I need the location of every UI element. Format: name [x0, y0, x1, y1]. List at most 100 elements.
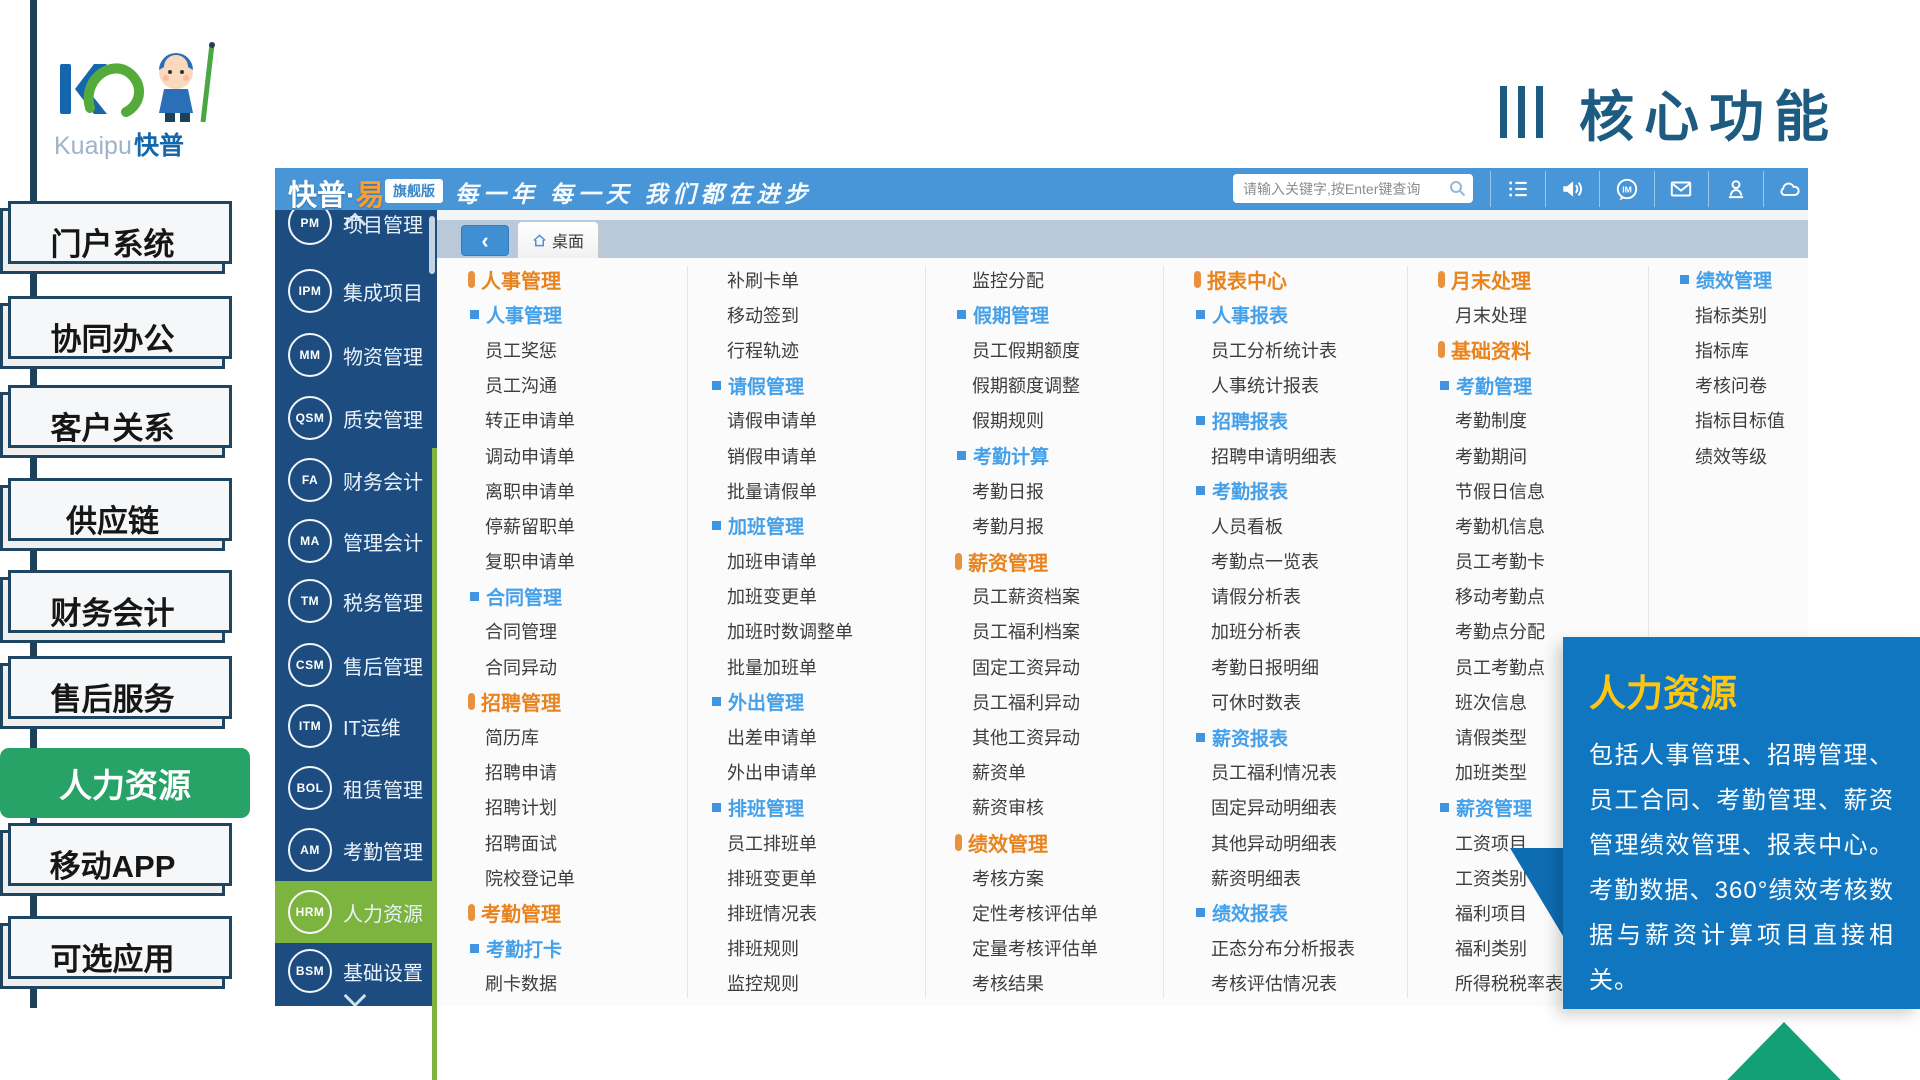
group-heading[interactable]: 薪资管理: [955, 544, 1180, 579]
sidebar-item[interactable]: 财务会计: [0, 577, 225, 643]
menu-link[interactable]: 假期规则: [955, 403, 1180, 438]
menu-link[interactable]: 排班变更单: [710, 860, 935, 895]
menu-link[interactable]: 人事统计报表: [1194, 368, 1419, 403]
menu-link[interactable]: 员工沟通: [468, 368, 693, 403]
app-menu-item[interactable]: AM考勤管理: [275, 821, 437, 879]
cloud-icon[interactable]: [1763, 171, 1818, 207]
menu-link[interactable]: 员工薪资档案: [955, 579, 1180, 614]
menu-link[interactable]: 考勤月报: [955, 508, 1180, 543]
menu-link[interactable]: 行程轨迹: [710, 332, 935, 367]
menu-link[interactable]: 招聘申请明细表: [1194, 438, 1419, 473]
menu-link[interactable]: 月末处理: [1438, 297, 1663, 332]
menu-link[interactable]: 转正申请单: [468, 403, 693, 438]
menu-link[interactable]: 离职申请单: [468, 473, 693, 508]
group-heading[interactable]: 加班管理: [710, 508, 935, 543]
menu-link[interactable]: 员工福利档案: [955, 614, 1180, 649]
app-menu-item[interactable]: MM物资管理: [275, 326, 437, 384]
menu-link[interactable]: 简历库: [468, 719, 693, 754]
group-heading[interactable]: 人事管理: [468, 297, 693, 332]
menu-link[interactable]: 绩效等级: [1678, 438, 1903, 473]
menu-link[interactable]: 其他异动明细表: [1194, 825, 1419, 860]
group-heading[interactable]: 绩效报表: [1194, 895, 1419, 930]
sidebar-item[interactable]: 供应链: [0, 485, 225, 551]
group-heading[interactable]: 人事管理: [468, 262, 693, 297]
group-heading[interactable]: 假期管理: [955, 297, 1180, 332]
menu-link[interactable]: 调动申请单: [468, 438, 693, 473]
menu-link[interactable]: 员工考勤卡: [1438, 544, 1663, 579]
sidebar-item[interactable]: 协同办公: [0, 303, 225, 369]
menu-link[interactable]: 排班规则: [710, 931, 935, 966]
app-menu-item[interactable]: MA管理会计: [275, 512, 437, 570]
menu-link[interactable]: 排班情况表: [710, 895, 935, 930]
im-icon[interactable]: IM: [1599, 171, 1654, 207]
menu-link[interactable]: 加班申请单: [710, 544, 935, 579]
menu-link[interactable]: 销假申请单: [710, 438, 935, 473]
menu-link[interactable]: 复职申请单: [468, 544, 693, 579]
search-box[interactable]: [1233, 174, 1473, 203]
group-heading[interactable]: 考勤管理: [1438, 368, 1663, 403]
sidebar-item[interactable]: 客户关系: [0, 392, 225, 458]
menu-link[interactable]: 合同管理: [468, 614, 693, 649]
menu-link[interactable]: 人员看板: [1194, 508, 1419, 543]
menu-link[interactable]: 员工福利异动: [955, 684, 1180, 719]
menu-link[interactable]: 考勤机信息: [1438, 508, 1663, 543]
menu-link[interactable]: 指标类别: [1678, 297, 1903, 332]
menu-link[interactable]: 员工假期额度: [955, 332, 1180, 367]
search-icon[interactable]: [1449, 180, 1466, 197]
menu-link[interactable]: 招聘计划: [468, 790, 693, 825]
menu-link[interactable]: 薪资审核: [955, 790, 1180, 825]
mail-icon[interactable]: [1654, 171, 1709, 207]
group-heading[interactable]: 人事报表: [1194, 297, 1419, 332]
menu-link[interactable]: 加班分析表: [1194, 614, 1419, 649]
menu-link[interactable]: 固定工资异动: [955, 649, 1180, 684]
menu-link[interactable]: 定性考核评估单: [955, 895, 1180, 930]
speaker-icon[interactable]: [1545, 171, 1600, 207]
menu-link[interactable]: 补刷卡单: [710, 262, 935, 297]
menu-link[interactable]: 薪资明细表: [1194, 860, 1419, 895]
menu-link[interactable]: 停薪留职单: [468, 508, 693, 543]
group-heading[interactable]: 月末处理: [1438, 262, 1663, 297]
app-menu-item[interactable]: TM税务管理: [275, 572, 437, 630]
sidebar-item[interactable]: 可选应用: [0, 923, 225, 989]
group-heading[interactable]: 合同管理: [468, 579, 693, 614]
app-menu-item[interactable]: PM项目管理: [275, 210, 437, 252]
group-heading[interactable]: 薪资报表: [1194, 719, 1419, 754]
group-heading[interactable]: 报表中心: [1194, 262, 1419, 297]
group-heading[interactable]: 考勤打卡: [468, 931, 693, 966]
app-menu-item[interactable]: BSM基础设置: [275, 942, 437, 1000]
menu-link[interactable]: 固定异动明细表: [1194, 790, 1419, 825]
menu-link[interactable]: 考勤制度: [1438, 403, 1663, 438]
group-heading[interactable]: 排班管理: [710, 790, 935, 825]
menu-link[interactable]: 合同异动: [468, 649, 693, 684]
menu-link[interactable]: 指标目标值: [1678, 403, 1903, 438]
menu-link[interactable]: 刷卡数据: [468, 966, 693, 1001]
menu-link[interactable]: 定量考核评估单: [955, 931, 1180, 966]
sidebar-item[interactable]: 门户系统: [0, 208, 225, 274]
menu-link[interactable]: 考核方案: [955, 860, 1180, 895]
menu-link[interactable]: 节假日信息: [1438, 473, 1663, 508]
menu-link[interactable]: 批量加班单: [710, 649, 935, 684]
tab-desktop[interactable]: 桌面: [517, 221, 599, 258]
menu-link[interactable]: 员工福利情况表: [1194, 755, 1419, 790]
group-heading[interactable]: 招聘报表: [1194, 403, 1419, 438]
app-menu-item[interactable]: HRM人力资源: [275, 881, 437, 943]
back-button[interactable]: ‹: [461, 225, 509, 256]
menu-link[interactable]: 移动考勤点: [1438, 579, 1663, 614]
menu-link[interactable]: 考核结果: [955, 966, 1180, 1001]
group-heading[interactable]: 绩效管理: [1678, 262, 1903, 297]
menu-link[interactable]: 监控分配: [955, 262, 1180, 297]
group-heading[interactable]: 请假管理: [710, 368, 935, 403]
menu-link[interactable]: 假期额度调整: [955, 368, 1180, 403]
menu-link[interactable]: 请假分析表: [1194, 579, 1419, 614]
group-heading[interactable]: 考勤计算: [955, 438, 1180, 473]
menu-link[interactable]: 正态分布分析报表: [1194, 931, 1419, 966]
sidebar-item[interactable]: 移动APP: [0, 830, 225, 896]
menu-link[interactable]: 考勤日报: [955, 473, 1180, 508]
menu-link[interactable]: 考勤点一览表: [1194, 544, 1419, 579]
app-menu-item[interactable]: BOL租赁管理: [275, 759, 437, 817]
menu-link[interactable]: 院校登记单: [468, 860, 693, 895]
menu-link[interactable]: 薪资单: [955, 755, 1180, 790]
menu-link[interactable]: 批量请假单: [710, 473, 935, 508]
menu-link[interactable]: 其他工资异动: [955, 719, 1180, 754]
search-input[interactable]: [1233, 174, 1473, 203]
